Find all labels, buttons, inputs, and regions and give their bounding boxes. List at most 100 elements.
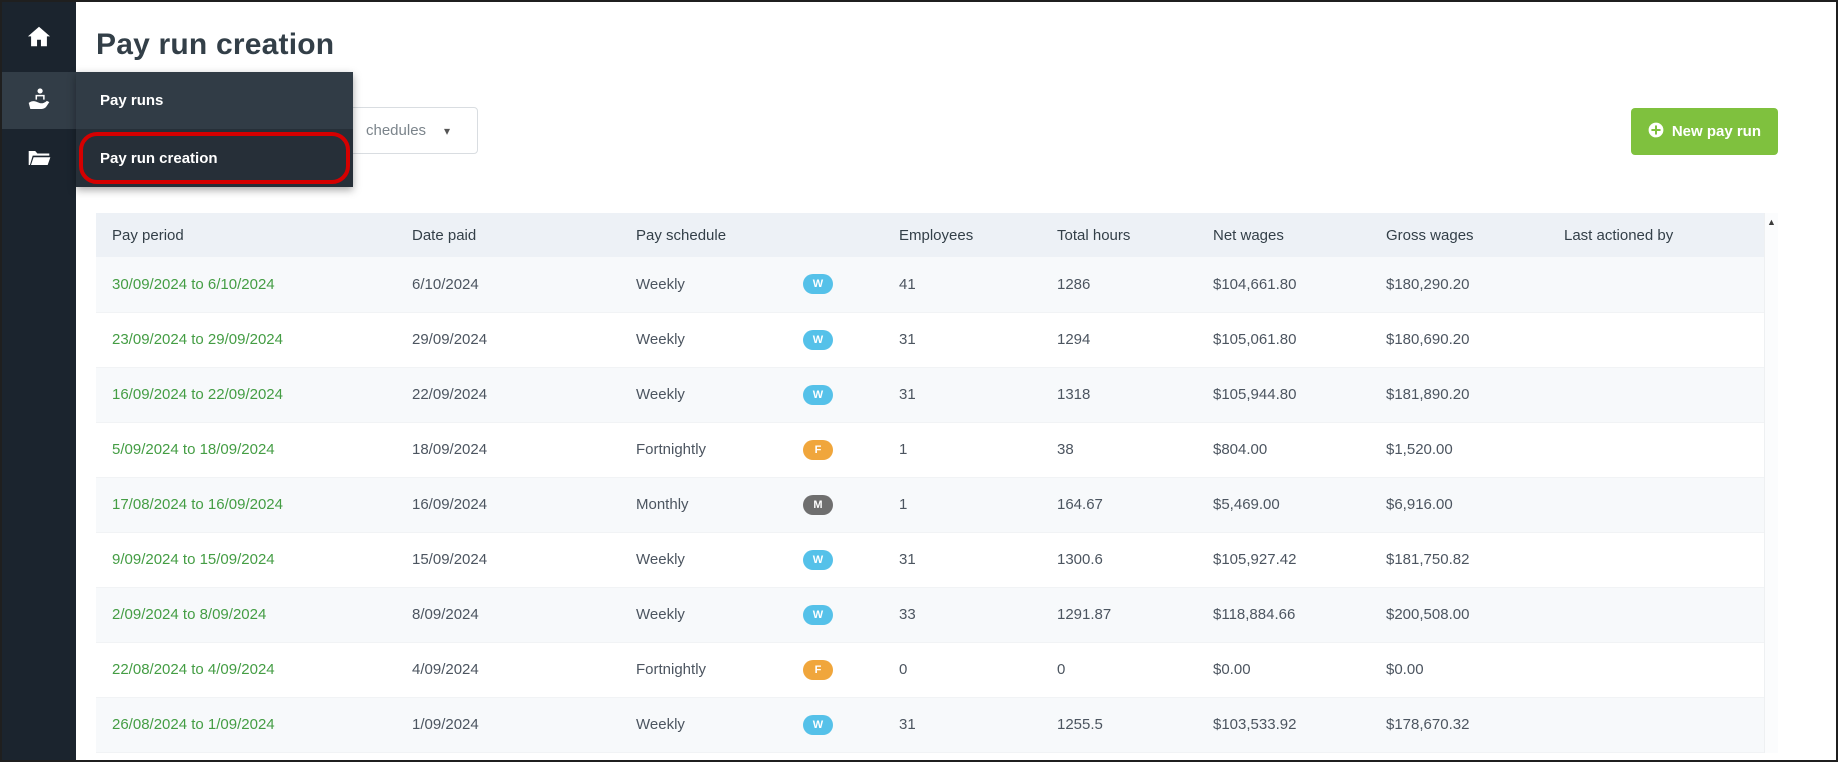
pay-schedule-cell: Weekly W bbox=[620, 367, 883, 422]
flyout-item-pay-run-creation-label: Pay run creation bbox=[100, 149, 218, 167]
schedule-label: Fortnightly bbox=[636, 661, 707, 678]
last-actioned-by-cell bbox=[1548, 697, 1764, 752]
header-date-paid: Date paid bbox=[396, 213, 620, 257]
pay-period-link[interactable]: 9/09/2024 to 15/09/2024 bbox=[112, 551, 275, 568]
pay-period-cell: 2/09/2024 to 8/09/2024 bbox=[96, 587, 396, 642]
last-actioned-by-cell bbox=[1548, 587, 1764, 642]
pay-schedule-cell: Weekly W bbox=[620, 532, 883, 587]
schedule-label: Weekly bbox=[636, 331, 685, 348]
pay-period-link[interactable]: 26/08/2024 to 1/09/2024 bbox=[112, 716, 275, 733]
flyout-item-pay-runs-label: Pay runs bbox=[100, 92, 164, 109]
net-wages-cell: $0.00 bbox=[1213, 661, 1251, 678]
table-row[interactable]: 9/09/2024 to 15/09/2024 15/09/2024 Weekl… bbox=[96, 532, 1764, 587]
table-row[interactable]: 16/09/2024 to 22/09/2024 22/09/2024 Week… bbox=[96, 367, 1764, 422]
employees-cell: 31 bbox=[899, 386, 916, 403]
sidebar-item-home[interactable] bbox=[2, 14, 76, 64]
header-pay-period: Pay period bbox=[96, 213, 396, 257]
gross-wages-cell: $181,890.20 bbox=[1386, 386, 1470, 403]
schedule-badge: W bbox=[803, 604, 833, 625]
date-paid-cell: 6/10/2024 bbox=[412, 275, 479, 293]
schedule-badge: W bbox=[803, 714, 833, 735]
header-last-actioned-by: Last actioned by bbox=[1548, 213, 1764, 257]
table-row[interactable]: 17/08/2024 to 16/09/2024 16/09/2024 Mont… bbox=[96, 477, 1764, 532]
header-net-wages: Net wages bbox=[1197, 213, 1370, 257]
schedule-badge: M bbox=[803, 494, 833, 515]
pay-period-link[interactable]: 2/09/2024 to 8/09/2024 bbox=[112, 606, 266, 623]
plus-icon bbox=[1648, 122, 1664, 142]
flyout-item-pay-run-creation[interactable]: Pay run creation bbox=[76, 129, 353, 187]
pay-period-link[interactable]: 22/08/2024 to 4/09/2024 bbox=[112, 661, 275, 678]
new-pay-run-button[interactable]: New pay run bbox=[1630, 108, 1778, 155]
last-actioned-by-cell bbox=[1548, 422, 1764, 477]
employees-cell: 41 bbox=[899, 275, 916, 293]
date-paid-cell: 4/09/2024 bbox=[412, 661, 479, 678]
table-row[interactable]: 23/09/2024 to 29/09/2024 29/09/2024 Week… bbox=[96, 312, 1764, 367]
schedule-label: Fortnightly bbox=[636, 441, 707, 458]
schedule-label: Weekly bbox=[636, 551, 685, 568]
pay-period-link[interactable]: 30/09/2024 to 6/10/2024 bbox=[112, 276, 275, 293]
table-row[interactable]: 2/09/2024 to 8/09/2024 8/09/2024 Weekly … bbox=[96, 587, 1764, 642]
gross-wages-cell: $180,690.20 bbox=[1386, 331, 1470, 348]
pay-period-link[interactable]: 16/09/2024 to 22/09/2024 bbox=[112, 386, 283, 403]
schedule-badge: W bbox=[803, 549, 833, 570]
pay-schedule-cell: Monthly M bbox=[620, 477, 883, 532]
pay-schedule-cell: Weekly W bbox=[620, 312, 883, 367]
total-hours-cell: 1294 bbox=[1057, 331, 1091, 348]
pay-period-link[interactable]: 17/08/2024 to 16/09/2024 bbox=[112, 496, 283, 513]
date-paid-cell: 1/09/2024 bbox=[412, 716, 479, 733]
table-row[interactable]: 5/09/2024 to 18/09/2024 18/09/2024 Fortn… bbox=[96, 422, 1764, 477]
pay-period-cell: 22/08/2024 to 4/09/2024 bbox=[96, 642, 396, 697]
gross-wages-cell: $200,508.00 bbox=[1386, 606, 1470, 623]
page-title: Pay run creation bbox=[96, 28, 335, 61]
net-wages-cell: $118,884.66 bbox=[1213, 606, 1296, 623]
pay-period-cell: 23/09/2024 to 29/09/2024 bbox=[96, 312, 396, 367]
employees-cell: 31 bbox=[899, 331, 916, 348]
gross-wages-cell: $180,290.20 bbox=[1386, 275, 1470, 293]
employees-cell: 1 bbox=[899, 496, 908, 513]
pay-period-link[interactable]: 23/09/2024 to 29/09/2024 bbox=[112, 331, 283, 348]
schedule-label: Weekly bbox=[636, 275, 685, 293]
pay-period-link[interactable]: 5/09/2024 to 18/09/2024 bbox=[112, 441, 275, 458]
employees-cell: 33 bbox=[899, 606, 916, 623]
total-hours-cell: 38 bbox=[1057, 441, 1074, 458]
sidebar-item-documents[interactable] bbox=[2, 135, 76, 185]
pay-schedule-cell: Fortnightly F bbox=[620, 642, 883, 697]
pay-period-cell: 5/09/2024 to 18/09/2024 bbox=[96, 422, 396, 477]
flyout-item-pay-runs[interactable]: Pay runs bbox=[76, 72, 353, 129]
header-total-hours: Total hours bbox=[1041, 213, 1197, 257]
pay-schedules-dropdown-label: chedules bbox=[366, 122, 427, 139]
scroll-up-arrow[interactable]: ▲ bbox=[1765, 213, 1778, 227]
last-actioned-by-cell bbox=[1548, 532, 1764, 587]
schedule-label: Monthly bbox=[636, 496, 689, 513]
table-scrollbar[interactable]: ▲ bbox=[1764, 213, 1778, 753]
pay-runs-table-container: Pay period Date paid Pay schedule Employ… bbox=[96, 213, 1778, 753]
payroll-hand-icon bbox=[26, 85, 52, 116]
net-wages-cell: $104,661.80 bbox=[1213, 275, 1297, 293]
table-row[interactable]: 26/08/2024 to 1/09/2024 1/09/2024 Weekly… bbox=[96, 697, 1764, 752]
chevron-down-icon: ▾ bbox=[444, 123, 451, 138]
table-header-row: Pay period Date paid Pay schedule Employ… bbox=[96, 213, 1764, 257]
payruns-flyout-menu: Pay runs Pay run creation bbox=[76, 72, 353, 187]
sidebar bbox=[2, 2, 76, 760]
total-hours-cell: 1291.87 bbox=[1057, 606, 1112, 623]
employees-cell: 1 bbox=[899, 441, 908, 458]
table-row[interactable]: 22/08/2024 to 4/09/2024 4/09/2024 Fortni… bbox=[96, 642, 1764, 697]
new-pay-run-label: New pay run bbox=[1671, 123, 1761, 140]
net-wages-cell: $105,061.80 bbox=[1213, 331, 1297, 348]
employees-cell: 0 bbox=[899, 661, 908, 678]
header-pay-schedule: Pay schedule bbox=[620, 213, 883, 257]
net-wages-cell: $5,469.00 bbox=[1213, 496, 1280, 513]
last-actioned-by-cell bbox=[1548, 257, 1764, 312]
gross-wages-cell: $178,670.32 bbox=[1386, 716, 1470, 733]
schedule-badge: W bbox=[803, 329, 833, 350]
schedule-badge: F bbox=[803, 659, 833, 680]
schedule-badge: W bbox=[803, 384, 833, 405]
sidebar-item-pay-runs[interactable] bbox=[2, 72, 76, 129]
total-hours-cell: 1255.5 bbox=[1057, 716, 1103, 733]
table-row[interactable]: 30/09/2024 to 6/10/2024 6/10/2024 Weekly… bbox=[96, 257, 1764, 312]
pay-schedule-cell: Weekly W bbox=[620, 587, 883, 642]
net-wages-cell: $105,927.42 bbox=[1213, 551, 1297, 568]
gross-wages-cell: $181,750.82 bbox=[1386, 551, 1470, 568]
schedule-label: Weekly bbox=[636, 606, 685, 623]
total-hours-cell: 0 bbox=[1057, 661, 1066, 678]
